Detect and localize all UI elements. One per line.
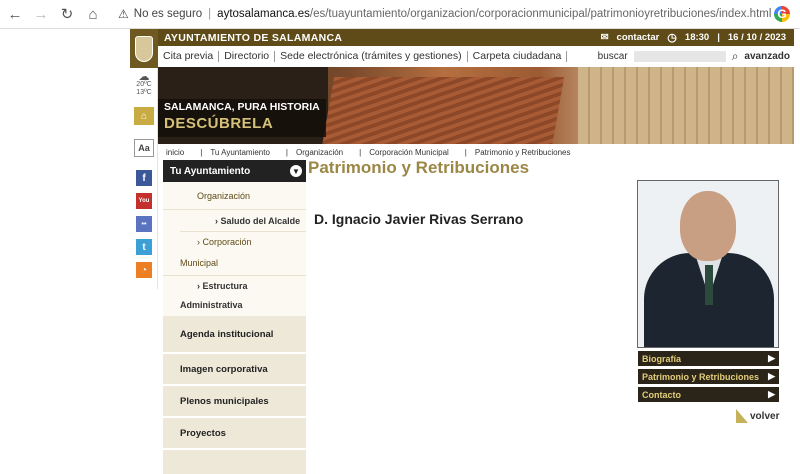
chevron-right-icon: ▶ (768, 353, 775, 363)
banner-tagline: SALAMANCA, PURA HISTORIA (164, 101, 320, 113)
sidebar-head[interactable]: Tu Ayuntamiento ▼ (163, 160, 306, 182)
cloud-icon: ☁ (138, 71, 150, 83)
header-time: 18:30 (684, 32, 710, 43)
chevron-right-icon: ▶ (768, 389, 775, 399)
url-path: /es/tuayuntamiento/organizacion/corporac… (309, 8, 772, 20)
browser-toolbar: ← → ↻ ⌂ ⚠ No es seguro | aytosalamanca.e… (0, 0, 800, 29)
warning-icon: ⚠ (118, 7, 129, 21)
sidebar-item-agenda[interactable]: Agenda institucional (163, 316, 306, 354)
breadcrumb-corporacion[interactable]: Corporación Municipal (369, 148, 449, 157)
menu-directorio[interactable]: Directorio (219, 51, 276, 62)
breadcrumb-current: Patrimonio y Retribuciones (474, 147, 571, 157)
menu-cita-previa[interactable]: Cita previa (158, 51, 220, 62)
top-menu: Cita previa Directorio Sede electrónica … (158, 46, 794, 67)
sidebar-item-imagen[interactable]: Imagen corporativa (163, 354, 306, 386)
back-link-label: volver (750, 410, 780, 422)
address-bar[interactable]: ⚠ No es seguro | aytosalamanca.es /es/tu… (118, 3, 774, 25)
sidebar-subnav: Organización › Saludo del Alcalde › Corp… (163, 182, 306, 316)
weather-widget: ☁ 20ºC 13ºC (130, 71, 158, 97)
font-size-icon[interactable]: Aa (134, 139, 154, 157)
page-title: Patrimonio y Retribuciones (308, 158, 530, 177)
breadcrumb-tu-ayuntamiento[interactable]: Tu Ayuntamiento (210, 148, 270, 157)
sidebar-item-corporacion[interactable]: › Corporación Municipal (163, 232, 306, 276)
clock-icon: ◷ (667, 32, 677, 44)
home-icon[interactable]: ⌂ (82, 3, 104, 25)
menu-carpeta-ciudadana[interactable]: Carpeta ciudadana (468, 51, 568, 62)
back-link[interactable]: volver (736, 409, 779, 423)
security-warning: No es seguro (133, 8, 203, 20)
portrait-photo (637, 180, 779, 348)
youtube-icon[interactable]: You (136, 193, 152, 209)
sidebar-head-label: Tu Ayuntamiento (170, 165, 251, 177)
hero-banner[interactable]: SALAMANCA, PURA HISTORIA DESCÚBRELA (158, 67, 794, 144)
weather-high: 20ºC (136, 81, 152, 88)
rss-icon[interactable]: ◔ (136, 262, 152, 278)
city-shield-logo[interactable] (130, 29, 158, 68)
sidebar-item-proyectos[interactable]: Proyectos (163, 418, 306, 450)
contact-icon: ✉ (600, 32, 609, 43)
flickr-icon[interactable]: •• (136, 216, 152, 232)
sidebar-nav: Tu Ayuntamiento ▼ Organización › Saludo … (163, 160, 306, 474)
breadcrumb-inicio[interactable]: inicio (166, 148, 184, 157)
site-title[interactable]: AYUNTAMIENTO DE SALAMANCA (164, 32, 597, 44)
sidebar-item-estructura[interactable]: › Estructura Administrativa (163, 276, 306, 316)
breadcrumb-organizacion[interactable]: Organización (296, 148, 343, 157)
sidebar-item-organizacion[interactable]: Organización (163, 182, 306, 210)
contact-link[interactable]: contactar (617, 32, 660, 43)
back-icon[interactable]: ← (4, 3, 26, 25)
forward-icon[interactable]: → (30, 3, 52, 25)
search-area: buscar ⌕ avanzado (598, 49, 794, 64)
url-domain: aytosalamanca.es (217, 8, 310, 20)
breadcrumb: inicio | Tu Ayuntamiento | Organización … (166, 147, 571, 157)
weather-low: 13ºC (136, 89, 152, 96)
search-label: buscar (597, 51, 628, 62)
sidebar-item-saludo[interactable]: › Saludo del Alcalde (180, 210, 306, 232)
right-nav-contacto[interactable]: Contacto ▶ (638, 387, 779, 403)
back-arrow-icon (736, 409, 748, 423)
advanced-search-link[interactable]: avanzado (744, 51, 790, 62)
header-date: 16 / 10 / 2023 (727, 32, 786, 43)
facebook-icon[interactable]: f (136, 170, 152, 186)
site-header: AYUNTAMIENTO DE SALAMANCA ✉ contactar ◷ … (158, 29, 794, 46)
web-page: ☁ 20ºC 13ºC ⌂ Aa f You •• t ◔ AYUNTAMIEN… (0, 29, 800, 474)
header-separator: | (717, 32, 720, 43)
right-nav-patrimonio[interactable]: Patrimonio y Retribuciones ▶ (638, 369, 779, 385)
sidebar-item-plenos[interactable]: Plenos municipales (163, 386, 306, 418)
address-separator: | (208, 8, 212, 20)
search-input[interactable] (633, 51, 726, 62)
person-name: D. Ignacio Javier Rivas Serrano (314, 211, 524, 227)
twitter-icon[interactable]: t (136, 239, 152, 255)
chevron-down-icon[interactable]: ▼ (290, 165, 302, 177)
reload-icon[interactable]: ↻ (56, 3, 78, 25)
menu-sede-electronica[interactable]: Sede electrónica (trámites y gestiones) (275, 51, 468, 62)
banner-headline: DESCÚBRELA (164, 115, 274, 132)
left-toolbar: ☁ 20ºC 13ºC ⌂ Aa f You •• t ◔ (130, 29, 158, 289)
home-button-icon[interactable]: ⌂ (134, 107, 154, 125)
search-icon[interactable]: ⌕ (732, 49, 739, 64)
right-nav-biografia[interactable]: Biografía ▶ (638, 351, 779, 367)
chevron-right-icon: ▶ (768, 371, 775, 381)
google-icon[interactable]: G (774, 6, 790, 22)
